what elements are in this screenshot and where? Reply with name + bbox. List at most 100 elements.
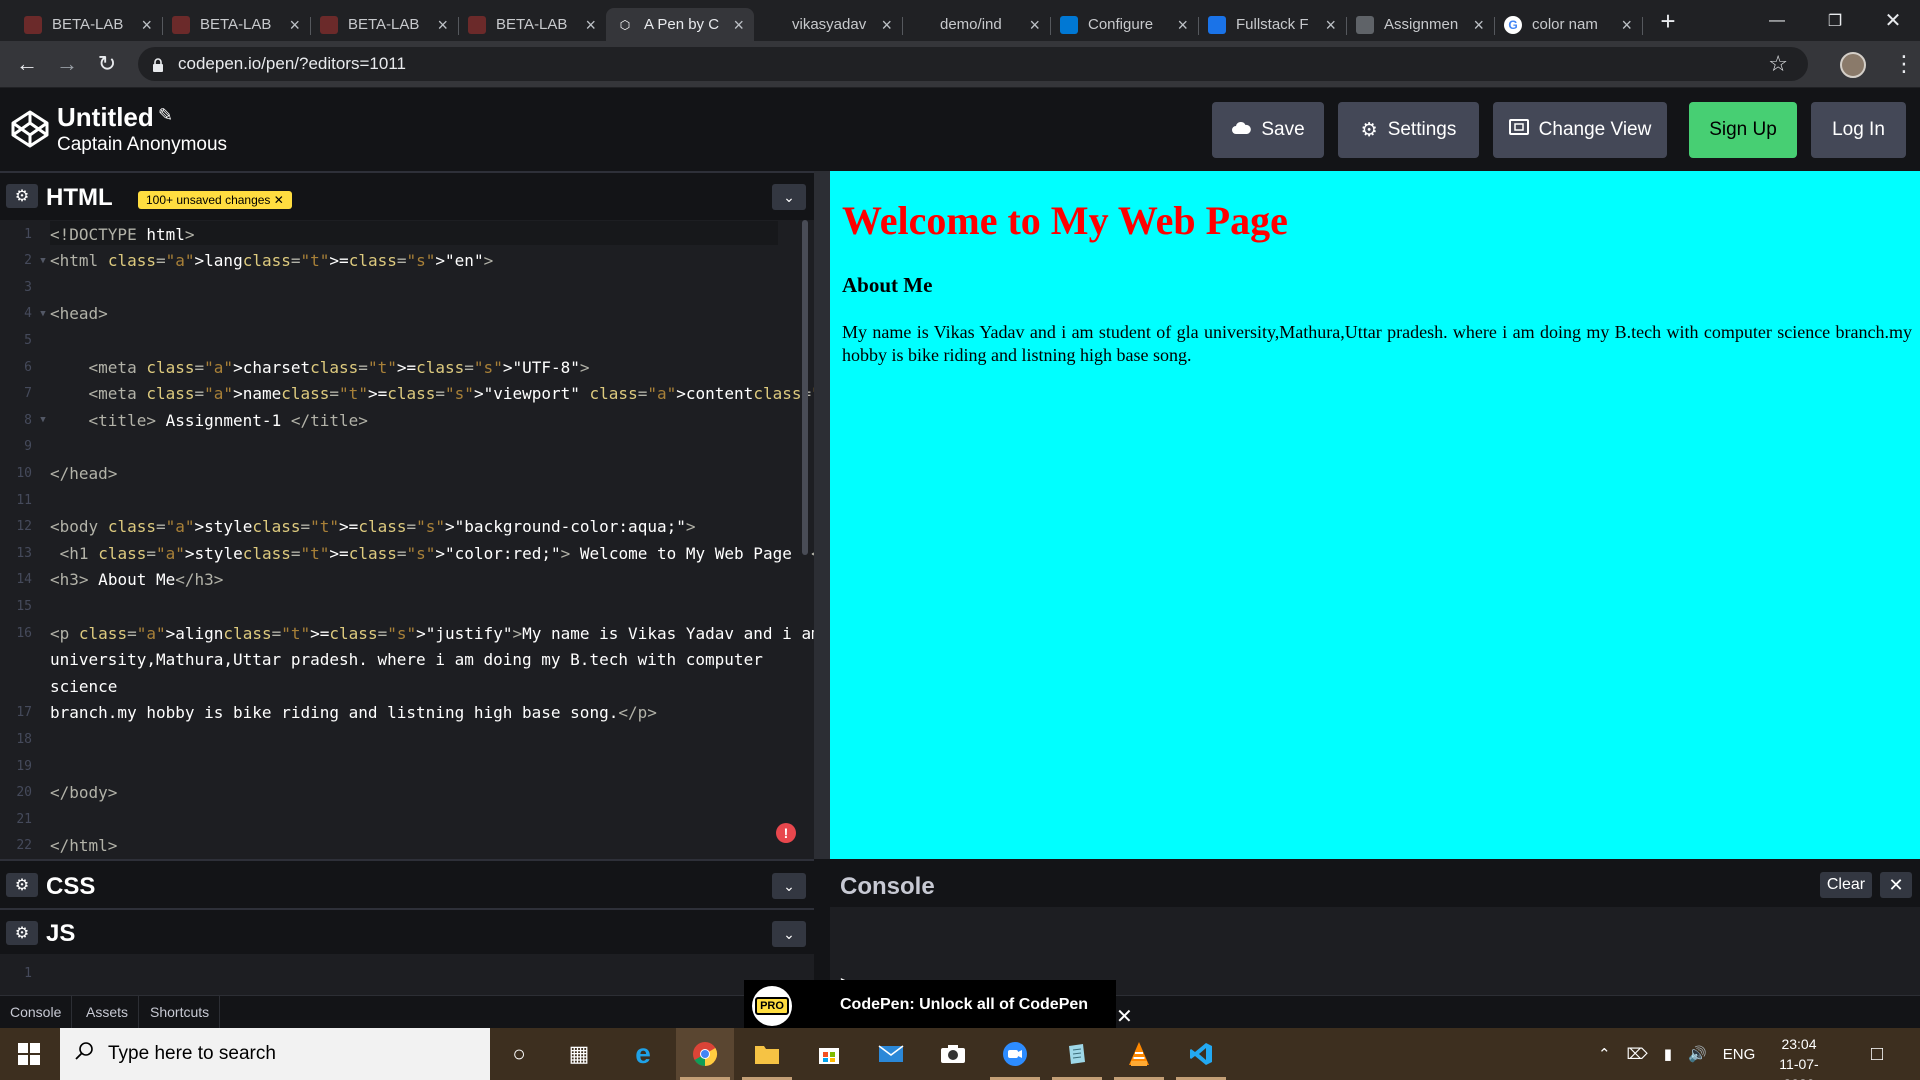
fold-arrow-icon[interactable]: ▼ — [36, 309, 50, 319]
windows-start-button[interactable] — [0, 1028, 58, 1080]
zoom-icon[interactable] — [986, 1028, 1044, 1080]
pane-resizer[interactable] — [814, 171, 830, 859]
browser-tab[interactable]: BETA-LAB × — [14, 8, 163, 41]
console-title: Console — [840, 873, 935, 900]
settings-label: Settings — [1387, 119, 1457, 140]
js-editor-header[interactable]: ⚙ JS ⌄ — [0, 908, 814, 954]
preview-frame[interactable]: Welcome to My Web Page About Me My name … — [830, 171, 1920, 859]
browser-menu-icon[interactable]: ⋮ — [1893, 50, 1915, 78]
edge-icon[interactable]: e — [614, 1028, 672, 1080]
maximize-button[interactable]: ❐ — [1806, 0, 1864, 41]
browser-tab[interactable]: Assignmen × — [1346, 8, 1495, 41]
line-number: 3 — [24, 279, 32, 295]
html-code-area[interactable]: 1 <!DOCTYPE html> 2 ▼ <html class="a">langcl… — [0, 220, 1341, 859]
code-line: 10 </head> — [0, 460, 790, 486]
browser-tab-label: Fullstack F — [1236, 16, 1309, 33]
browser-tab[interactable]: Fullstack F × — [1198, 8, 1347, 41]
tab-close-icon[interactable]: × — [733, 16, 744, 34]
browser-tab[interactable]: vikasyadav × — [754, 8, 903, 41]
error-icon[interactable]: ! — [776, 823, 796, 843]
console-clear-button[interactable]: Clear — [1820, 872, 1872, 898]
url-field[interactable]: codepen.io/pen/?editors=1011 ☆ — [138, 47, 1808, 81]
windows-taskbar: Type here to search ○ ▦ e ⌃ ⌦ ▮ 🔊 ENG 23… — [0, 1028, 1920, 1080]
console-close-icon[interactable]: ✕ — [1880, 872, 1912, 898]
bookmark-star-icon[interactable]: ☆ — [1768, 51, 1788, 77]
tab-close-icon[interactable]: × — [881, 16, 892, 34]
tab-close-icon[interactable]: × — [1325, 16, 1336, 34]
taskbar-search-box[interactable]: Type here to search — [60, 1028, 490, 1080]
css-editor-header[interactable]: ⚙ CSS ⌄ — [0, 859, 814, 908]
footer-console-button[interactable]: Console — [0, 996, 73, 1028]
js-settings-gear-icon[interactable]: ⚙ — [6, 921, 38, 945]
editor-scrollbar[interactable] — [802, 220, 808, 555]
back-icon[interactable]: ← — [10, 47, 44, 81]
tab-close-icon[interactable]: × — [437, 16, 448, 34]
log-in-button[interactable]: Log In — [1811, 102, 1906, 158]
vscode-icon[interactable] — [1172, 1028, 1230, 1080]
css-settings-gear-icon[interactable]: ⚙ — [6, 873, 38, 897]
tab-close-icon[interactable]: × — [141, 16, 152, 34]
js-code-area[interactable]: 1 — [0, 954, 814, 995]
forward-icon[interactable]: → — [50, 47, 84, 81]
browser-tab-label: Configure — [1088, 16, 1154, 33]
profile-avatar[interactable] — [1840, 52, 1866, 78]
footer-shortcuts-button[interactable]: Shortcuts — [140, 996, 221, 1028]
browser-tab[interactable]: BETA-LAB × — [310, 8, 459, 41]
code-line: 11 — [0, 487, 790, 513]
tab-close-icon[interactable]: × — [1177, 16, 1188, 34]
browser-tab[interactable]: demo/ind × — [902, 8, 1051, 41]
task-view-icon[interactable]: ▦ — [550, 1028, 608, 1080]
change-view-button[interactable]: Change View — [1493, 102, 1667, 158]
pen-title[interactable]: Untitled — [57, 102, 154, 133]
reload-icon[interactable]: ↻ — [90, 47, 124, 81]
sign-up-button[interactable]: Sign Up — [1689, 102, 1797, 158]
codepen-logo-icon[interactable] — [10, 109, 50, 149]
show-hidden-icons-chevron-icon[interactable]: ⌃ — [1598, 1045, 1611, 1063]
language-indicator[interactable]: ENG — [1723, 1046, 1756, 1063]
chrome-icon[interactable] — [676, 1028, 734, 1080]
notifications-icon[interactable]: □ — [1848, 1028, 1906, 1080]
camera-icon[interactable] — [924, 1028, 982, 1080]
tab-close-icon[interactable]: × — [289, 16, 300, 34]
browser-tab[interactable]: ⬡ A Pen by C × — [606, 8, 754, 41]
taskbar-clock[interactable]: 23:04 11-07-2020 — [1764, 1034, 1834, 1080]
fold-arrow-icon[interactable]: ▼ — [36, 256, 50, 266]
lock-icon — [152, 57, 164, 72]
tab-close-icon[interactable]: × — [585, 16, 596, 34]
close-window-button[interactable]: ✕ — [1864, 0, 1920, 41]
pro-promo-toast[interactable]: PRO CodePen: Unlock all of CodePen — [744, 980, 1116, 1031]
tab-close-icon[interactable]: × — [1029, 16, 1040, 34]
close-icon[interactable]: ✕ — [274, 193, 284, 207]
js-collapse-chevron-icon[interactable]: ⌄ — [772, 921, 806, 947]
azure-favicon-icon — [1060, 15, 1078, 34]
tab-close-icon[interactable]: × — [1473, 16, 1484, 34]
file-explorer-icon[interactable] — [738, 1028, 796, 1080]
browser-tab[interactable]: Configure × — [1050, 8, 1199, 41]
gear-icon: ⚙ — [1360, 119, 1378, 141]
vlc-icon[interactable] — [1110, 1028, 1168, 1080]
html-settings-gear-icon[interactable]: ⚙ — [6, 184, 38, 208]
css-collapse-chevron-icon[interactable]: ⌄ — [772, 873, 806, 899]
browser-tab[interactable]: Gcolor nam × — [1494, 8, 1643, 41]
settings-button[interactable]: ⚙ Settings — [1338, 102, 1479, 158]
notepad-icon[interactable] — [1048, 1028, 1106, 1080]
mail-icon[interactable] — [862, 1028, 920, 1080]
dismiss-toast-close-icon[interactable]: ✕ — [1116, 1004, 1133, 1029]
footer-assets-button[interactable]: Assets — [76, 996, 140, 1028]
browser-tab[interactable]: BETA-LAB × — [458, 8, 607, 41]
network-icon[interactable]: ⌦ — [1627, 1045, 1648, 1063]
browser-tab[interactable]: BETA-LAB × — [162, 8, 311, 41]
store-icon[interactable] — [800, 1028, 858, 1080]
fold-arrow-icon[interactable]: ▼ — [36, 415, 50, 425]
unsaved-changes-badge[interactable]: 100+ unsaved changes ✕ — [138, 191, 292, 209]
save-button[interactable]: Save — [1212, 102, 1324, 158]
google-favicon-icon: G — [1504, 15, 1522, 34]
cortana-icon[interactable]: ○ — [490, 1028, 548, 1080]
battery-icon[interactable]: ▮ — [1664, 1045, 1672, 1063]
html-collapse-chevron-icon[interactable]: ⌄ — [772, 184, 806, 210]
volume-icon[interactable]: 🔊 — [1688, 1045, 1707, 1063]
tab-close-icon[interactable]: × — [1621, 16, 1632, 34]
new-tab-button[interactable]: + — [1652, 8, 1684, 36]
edit-title-pencil-icon[interactable]: ✎ — [158, 105, 173, 126]
minimize-button[interactable]: — — [1748, 0, 1806, 41]
